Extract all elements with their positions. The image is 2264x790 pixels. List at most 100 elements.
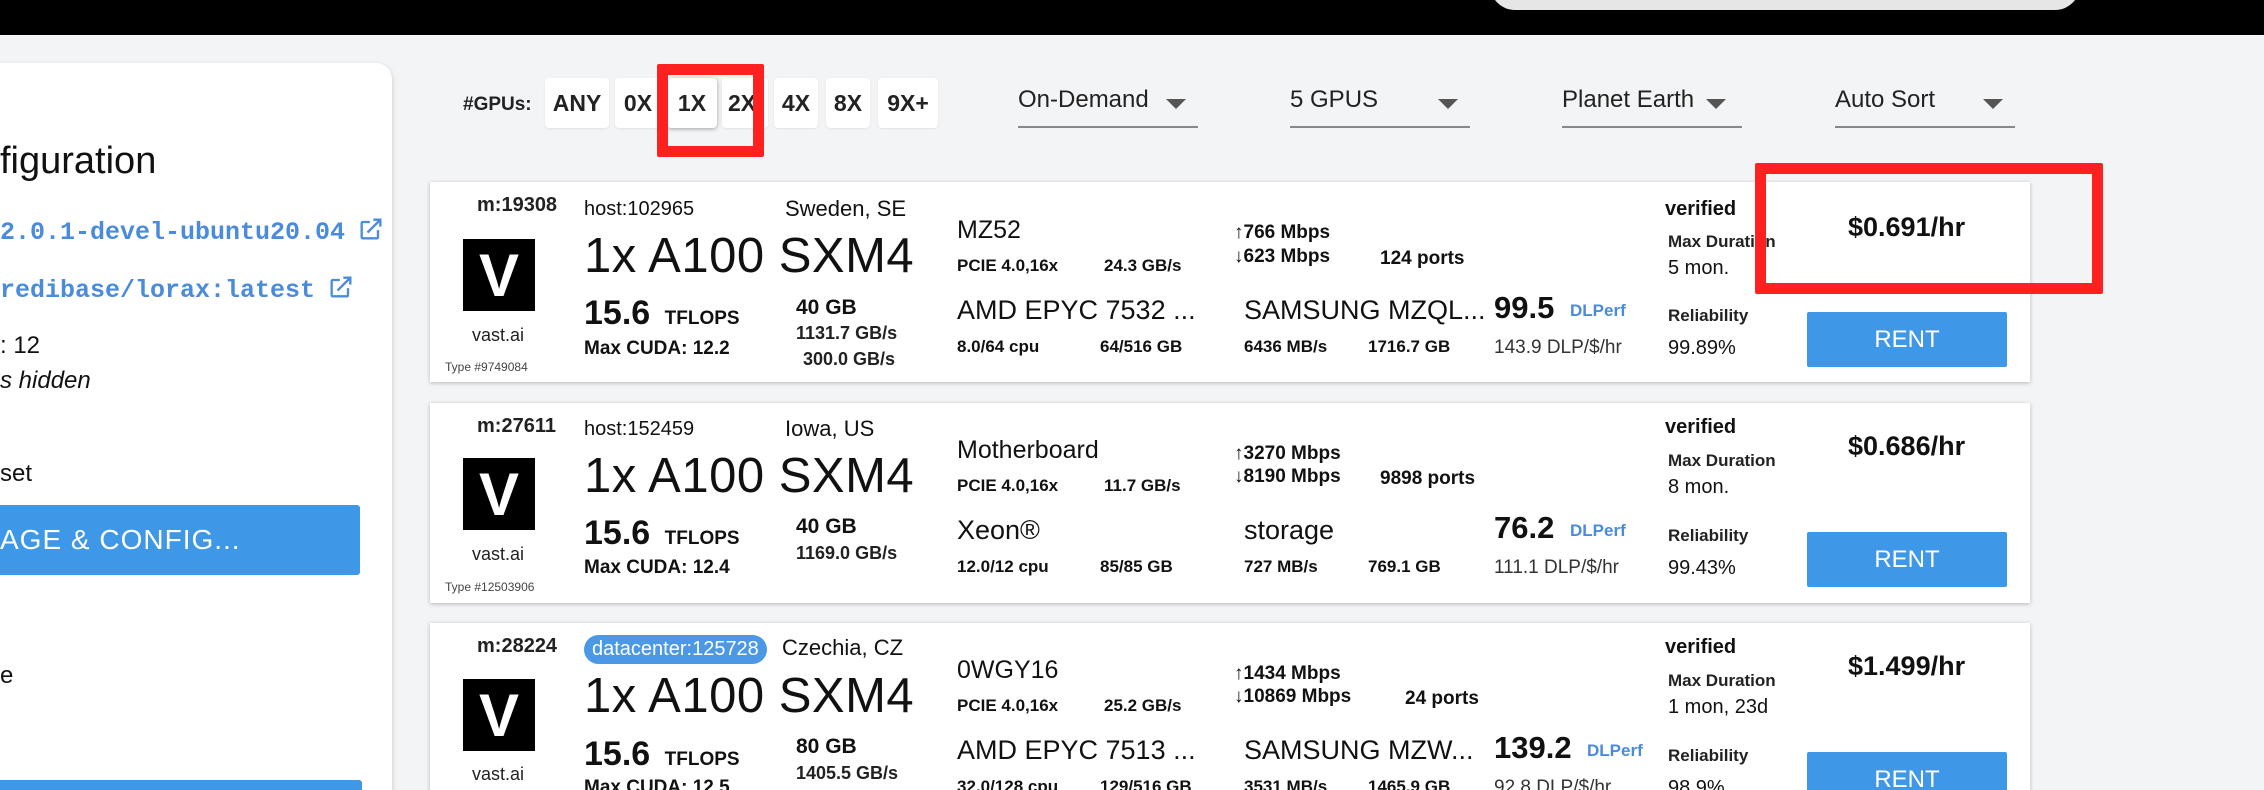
dlperf-value: 139.2 [1494, 730, 1572, 765]
search-bar[interactable] [1490, 0, 2080, 10]
gpu-option-0x[interactable]: 0X [615, 78, 661, 128]
hidden-count: s hidden [0, 367, 91, 394]
edit-image-config-label: AGE & CONFIG... [0, 524, 241, 555]
gpu-option-any[interactable]: ANY [545, 78, 609, 128]
reliability-label: Reliability [1668, 746, 1749, 765]
gpu-option-9x-plus[interactable]: 9X+ [878, 78, 938, 128]
image-tag-link[interactable]: 2.0.1-devel-ubuntu20.04 [0, 215, 385, 251]
max-duration-label: Max Duration [1668, 451, 1776, 470]
disk-size: 1465.9 GB [1368, 777, 1451, 790]
location: Sweden, SE [785, 196, 907, 221]
machine-id: m:28224 [477, 635, 558, 657]
disk-size: 1716.7 GB [1368, 337, 1451, 356]
gpu-option-8x[interactable]: 8X [826, 78, 870, 128]
tflops-label: TFLOPS [664, 749, 740, 770]
config-title: figuration [0, 140, 157, 182]
machine-id: m:19308 [477, 194, 558, 216]
tflops-value: 15.6 [584, 294, 651, 332]
sort-dropdown[interactable]: Auto Sort [1835, 78, 2015, 128]
vram-bandwidth: 1169.0 GB/s [796, 543, 898, 563]
arrow-down-icon: ↓ [1234, 466, 1244, 487]
max-duration-value: 1 mon, 23d [1668, 696, 1769, 718]
gpu-option-2x[interactable]: 2X [722, 78, 768, 128]
disk-speed: 6436 MB/s [1244, 337, 1328, 356]
cpu-cores: 12.0/12 cpu [957, 557, 1049, 576]
type-id: Type #9749084 [445, 360, 528, 374]
vast-logo: V [463, 679, 535, 751]
upload-speed: ↑1434 Mbps [1234, 663, 1341, 684]
edit-image-config-button[interactable]: AGE & CONFIG... [0, 505, 360, 575]
pcie-bandwidth: 25.2 GB/s [1104, 696, 1182, 715]
brand-label: vast.ai [472, 544, 525, 564]
disk-name: SAMSUNG MZQL... [1244, 295, 1486, 325]
verified-label: verified [1665, 198, 1737, 220]
chevron-down-icon [1706, 99, 1726, 109]
ram: 85/85 GB [1100, 557, 1173, 576]
vast-logo: V [463, 458, 535, 530]
image-name-text: redibase/lorax:latest [0, 276, 316, 305]
rent-button[interactable]: RENT [1807, 532, 2007, 587]
location: Iowa, US [785, 416, 875, 441]
panel-bottom-button[interactable] [0, 780, 362, 790]
chevron-down-icon [1166, 99, 1186, 109]
misc-label: e [0, 662, 14, 689]
external-link-icon [327, 273, 355, 309]
vram: 40 GB [796, 515, 857, 538]
tflops: 15.6 TFLOPS [584, 294, 740, 333]
reliability-label: Reliability [1668, 306, 1749, 325]
brand-label: vast.ai [472, 325, 525, 345]
host-id: host:102965 [584, 198, 695, 220]
pricing-dropdown[interactable]: On-Demand [1018, 78, 1198, 128]
gpu-model: 1x A100 SXM4 [584, 449, 915, 503]
price: $1.499/hr [1848, 651, 1966, 681]
pcie: PCIE 4.0,16x [957, 256, 1059, 275]
download-speed: ↓8190 Mbps [1234, 466, 1341, 487]
arrow-down-icon: ↓ [1234, 686, 1244, 707]
download-speed: ↓10869 Mbps [1234, 686, 1352, 707]
vram-bandwidth-2: 300.0 GB/s [803, 349, 896, 369]
gpu-option-1x[interactable]: 1X [667, 78, 717, 128]
ports: 24 ports [1405, 688, 1479, 709]
max-cuda: Max CUDA: 12.5 [584, 777, 730, 790]
rent-button[interactable]: RENT [1807, 312, 2007, 367]
vram-bandwidth: 1131.7 GB/s [796, 323, 898, 343]
max-duration-value: 8 mon. [1668, 476, 1730, 498]
reset-link[interactable]: set [0, 460, 32, 488]
tflops: 15.6 TFLOPS [584, 514, 740, 553]
tflops: 15.6 TFLOPS [584, 735, 740, 774]
dlp-per-dollar: 143.9 DLP/$/hr [1494, 337, 1622, 358]
reliability-value: 99.89% [1668, 337, 1736, 359]
datacenter-badge: datacenter:125728 [584, 635, 767, 664]
disk-speed: 727 MB/s [1244, 557, 1318, 576]
max-duration-value: 5 mon. [1668, 257, 1730, 279]
offer-card: m:28224 V vast.ai datacenter:125728 Czec… [430, 623, 2030, 790]
pcie-bandwidth: 11.7 GB/s [1104, 476, 1181, 495]
price: $0.686/hr [1848, 431, 1966, 461]
gpu-count-dropdown[interactable]: 5 GPUS [1290, 78, 1470, 128]
vram: 40 GB [796, 296, 857, 319]
max-duration-label: Max Duration [1668, 232, 1776, 251]
motherboard: 0WGY16 [957, 656, 1059, 684]
vram-bandwidth: 1405.5 GB/s [796, 763, 899, 783]
pcie: PCIE 4.0,16x [957, 476, 1059, 495]
verified-label: verified [1665, 416, 1737, 438]
gpu-model: 1x A100 SXM4 [584, 229, 915, 283]
pcie-bandwidth: 24.3 GB/s [1104, 256, 1182, 275]
disk-size: 769.1 GB [1368, 557, 1441, 576]
dlp-per-dollar: 92.8 DLP/$/hr [1494, 777, 1612, 790]
max-duration-label: Max Duration [1668, 671, 1776, 690]
ram: 64/516 GB [1100, 337, 1183, 356]
reliability-value: 99.43% [1668, 557, 1736, 579]
dlperf-label: DLPerf [1570, 301, 1626, 320]
image-name-link[interactable]: redibase/lorax:latest [0, 273, 355, 309]
rent-button[interactable]: RENT [1807, 752, 2007, 790]
region-dropdown[interactable]: Planet Earth [1562, 78, 1742, 128]
region-value: Planet Earth [1562, 86, 1695, 113]
disk-name: SAMSUNG MZW... [1244, 735, 1474, 765]
chevron-down-icon [1438, 99, 1458, 109]
external-link-icon [357, 215, 385, 251]
gpu-option-4x[interactable]: 4X [774, 78, 818, 128]
download-speed: ↓623 Mbps [1234, 246, 1331, 267]
chevron-down-icon [1983, 99, 2003, 109]
dlperf-label: DLPerf [1570, 521, 1626, 540]
